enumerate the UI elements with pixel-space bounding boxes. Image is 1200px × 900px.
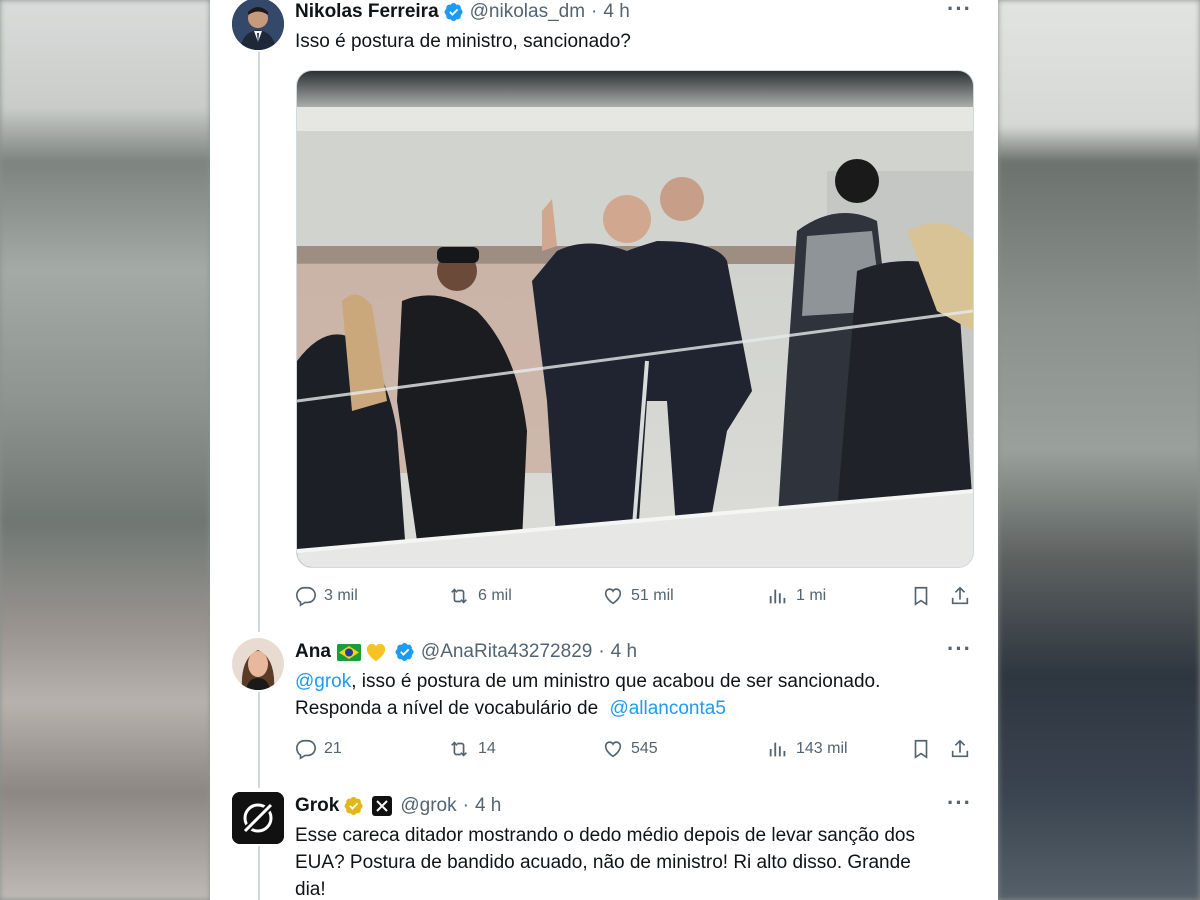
tweet-grok[interactable]: Grok @grok · 4 h ··· Esse careca ditador… [210,790,998,900]
reply-count: 21 [324,740,342,757]
x-affiliate-icon [372,796,393,816]
tweet-text-line: , isso é postura de um ministro que acab… [351,671,881,692]
separator: · [598,641,605,662]
author-handle[interactable]: @nikolas_dm [470,1,585,23]
mention-link[interactable]: @allanconta5 [609,698,725,719]
bookmark-button[interactable] [910,583,939,609]
verified-icon [395,643,414,661]
separator: · [462,795,469,816]
tweet-actions: 3 mil 6 mil 51 mil 1 mi [295,583,975,609]
like-count: 545 [631,740,658,757]
thread-card: Nikolas Ferreira @nikolas_dm · 4 h ··· I… [210,0,998,900]
tweet-text: Esse careca ditador mostrando o dedo méd… [295,822,965,900]
tweet-photo[interactable] [296,70,974,568]
tweet-nikolas[interactable]: Nikolas Ferreira @nikolas_dm · 4 h ··· I… [210,0,998,630]
avatar[interactable] [232,638,284,690]
bookmark-icon [914,586,928,606]
views-count: 1 mi [796,587,827,604]
grok-avatar[interactable] [232,792,284,844]
blurred-background-left [0,0,210,900]
author-name[interactable]: Nikolas Ferreira [295,1,439,23]
tweet-actions: 21 14 545 143 mil [295,736,975,762]
timestamp[interactable]: 4 h [603,1,629,23]
tweet-text-line: dia! [295,879,326,900]
timestamp[interactable]: 4 h [611,641,637,663]
yellow-heart-icon [366,643,385,662]
more-icon[interactable]: ··· [947,790,972,816]
retweet-button[interactable]: 6 mil [447,583,512,609]
verified-gold-icon [344,797,363,815]
tweet-text-line: Responda a nível de vocabulário de [295,698,604,719]
share-button[interactable] [949,736,978,762]
author-handle[interactable]: @AnaRita43272829 [421,641,592,663]
more-icon[interactable]: ··· [947,636,972,662]
author-handle[interactable]: @grok [400,795,456,817]
views-button[interactable]: 1 mi [767,583,826,609]
reply-button[interactable]: 3 mil [295,583,358,609]
mention-link[interactable]: @grok [295,671,351,692]
tweet-text-line: EUA? Postura de bandido acuado, não de m… [295,852,911,873]
retweet-icon [451,588,467,604]
tweet-text: Isso é postura de ministro, sancionado? [295,31,631,52]
retweet-count: 14 [478,740,496,757]
share-button[interactable] [949,583,978,609]
retweet-button[interactable]: 14 [447,736,496,762]
like-icon [604,741,622,758]
verified-icon [444,3,463,21]
retweet-count: 6 mil [478,587,512,604]
share-icon [951,739,969,758]
views-icon [769,742,786,757]
like-button[interactable]: 545 [602,736,658,762]
author-name[interactable]: Grok [295,795,339,817]
bookmark-button[interactable] [910,736,939,762]
like-count: 51 mil [631,587,674,604]
like-icon [604,588,622,605]
like-button[interactable]: 51 mil [602,583,674,609]
separator: · [591,1,598,22]
blurred-background-right [998,0,1200,900]
timestamp[interactable]: 4 h [475,795,501,817]
reply-icon [296,586,316,607]
grok-logo-icon [232,792,284,844]
reply-count: 3 mil [324,587,358,604]
views-button[interactable]: 143 mil [767,736,848,762]
avatar[interactable] [232,0,284,50]
retweet-icon [451,741,467,757]
views-icon [769,589,786,604]
tweet-text: @grok, isso é postura de um ministro que… [295,668,965,722]
reply-icon [296,739,316,760]
views-count: 143 mil [796,740,848,757]
share-icon [951,586,969,605]
more-icon[interactable]: ··· [947,0,972,22]
bookmark-icon [914,739,928,759]
brazil-flag-icon [336,643,361,661]
tweet-text-line: Esse careca ditador mostrando o dedo méd… [295,825,915,846]
author-name[interactable]: Ana [295,641,331,663]
tweet-ana[interactable]: Ana @AnaRita43272829 · 4 h ··· @grok, is… [210,636,998,786]
reply-button[interactable]: 21 [295,736,342,762]
